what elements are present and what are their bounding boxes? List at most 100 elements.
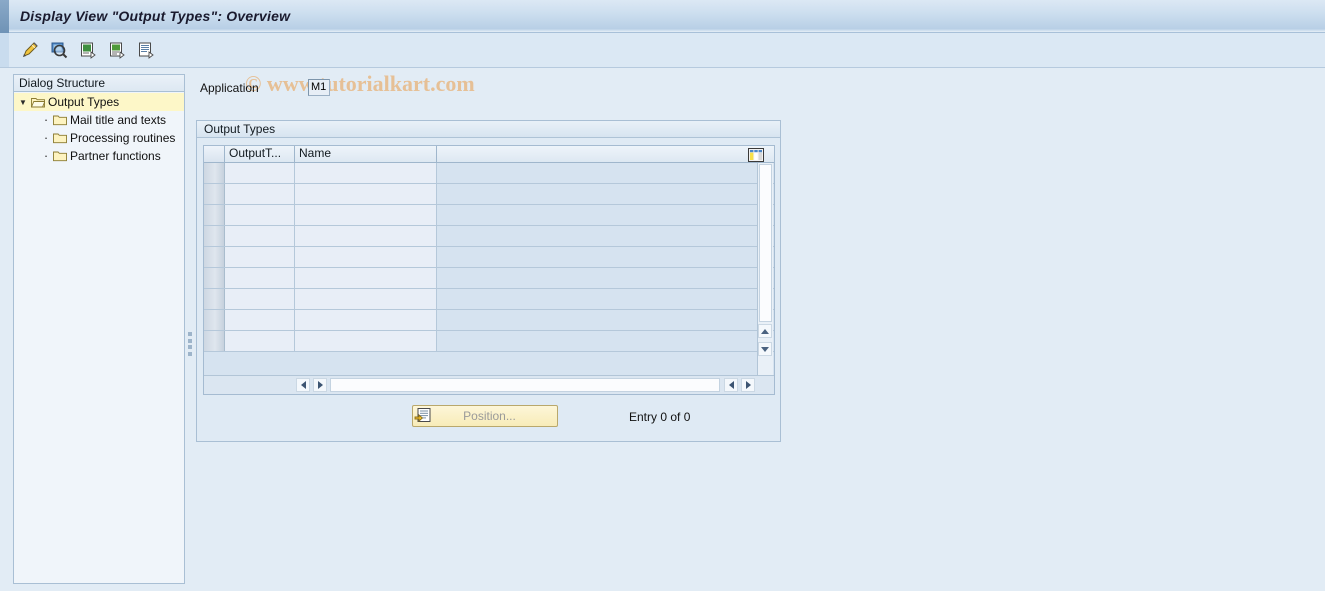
dialog-structure-header: Dialog Structure — [13, 74, 185, 92]
toolbar-button-group — [18, 38, 158, 62]
window-title-bar: Display View "Output Types": Overview — [0, 0, 1325, 33]
table-row[interactable] — [204, 226, 774, 247]
splitter-grip[interactable] — [188, 332, 192, 356]
cell-empty-area — [437, 331, 774, 351]
application-value-field[interactable]: M1 — [308, 79, 330, 96]
cell-name[interactable] — [295, 226, 437, 246]
tree-node-label: Output Types — [48, 95, 120, 109]
display-change-icon[interactable] — [18, 38, 42, 62]
tree-node-label: Mail title and texts — [70, 113, 167, 127]
cell-output-type[interactable] — [225, 163, 295, 183]
cell-empty-area — [437, 289, 774, 309]
cell-output-type[interactable] — [225, 184, 295, 204]
table-select-all-corner[interactable] — [204, 146, 225, 162]
tree-node-label: Processing routines — [70, 131, 176, 145]
cell-name[interactable] — [295, 205, 437, 225]
table-row[interactable] — [204, 205, 774, 226]
table-row[interactable] — [204, 163, 774, 184]
tree-node-label: Partner functions — [70, 149, 161, 163]
cell-name[interactable] — [295, 289, 437, 309]
triangle-left-icon — [728, 381, 734, 389]
grip-dot — [188, 345, 192, 350]
output-types-table: OutputT... Name — [203, 145, 775, 395]
cell-name[interactable] — [295, 310, 437, 330]
scroll-right-button-secondary[interactable] — [741, 378, 755, 392]
scroll-down-button[interactable] — [758, 342, 772, 356]
bullet-icon: · — [43, 148, 49, 163]
triangle-right-icon — [317, 381, 323, 389]
output-types-group-box: Output Types OutputT... Name — [196, 120, 781, 442]
column-header-filler — [437, 146, 774, 162]
group-box-title: Output Types — [197, 121, 780, 138]
table-body — [204, 163, 774, 352]
folder-icon — [53, 114, 67, 126]
grip-dot — [188, 332, 192, 336]
table-horizontal-scrollbar[interactable] — [204, 375, 774, 394]
cell-output-type[interactable] — [225, 226, 295, 246]
tree-node-partner-functions[interactable]: · Partner functions — [14, 147, 184, 165]
triangle-up-icon — [761, 328, 769, 334]
scroll-up-button[interactable] — [758, 324, 772, 338]
position-button[interactable]: Position... — [412, 405, 558, 427]
chevron-down-icon[interactable]: ▼ — [16, 98, 30, 107]
check-icon[interactable] — [47, 38, 71, 62]
vertical-scroll-thumb[interactable] — [759, 164, 772, 322]
triangle-down-icon — [761, 346, 769, 352]
row-selector[interactable] — [204, 268, 225, 288]
row-selector[interactable] — [204, 310, 225, 330]
panel-splitter[interactable] — [186, 74, 194, 584]
grip-dot — [188, 338, 192, 343]
scroll-left-button-secondary[interactable] — [724, 378, 738, 392]
row-selector[interactable] — [204, 331, 225, 351]
scroll-right-button[interactable] — [313, 378, 327, 392]
tree-node-mail-title-and-texts[interactable]: · Mail title and texts — [14, 111, 184, 129]
row-selector[interactable] — [204, 247, 225, 267]
cell-output-type[interactable] — [225, 310, 295, 330]
cell-name[interactable] — [295, 247, 437, 267]
tree-node-processing-routines[interactable]: · Processing routines — [14, 129, 184, 147]
column-header-output-type[interactable]: OutputT... — [225, 146, 295, 162]
row-selector[interactable] — [204, 289, 225, 309]
application-label: Application — [200, 80, 259, 95]
cell-output-type[interactable] — [225, 331, 295, 351]
table-row[interactable] — [204, 310, 774, 331]
cell-name[interactable] — [295, 268, 437, 288]
dialog-structure-tree: ▼ Output Types · Mail title and texts · … — [14, 93, 184, 165]
cell-empty-area — [437, 268, 774, 288]
row-selector[interactable] — [204, 226, 225, 246]
triangle-left-icon — [300, 381, 306, 389]
triangle-right-icon — [745, 381, 751, 389]
position-icon — [414, 407, 432, 425]
scroll-left-button[interactable] — [296, 378, 310, 392]
tree-node-output-types[interactable]: ▼ Output Types — [14, 93, 184, 111]
new-entries-icon[interactable] — [76, 38, 100, 62]
cell-empty-area — [437, 163, 774, 183]
table-header-row: OutputT... Name — [204, 146, 774, 163]
table-row[interactable] — [204, 289, 774, 310]
cell-name[interactable] — [295, 184, 437, 204]
table-settings-icon[interactable] — [748, 148, 764, 162]
horizontal-scroll-track[interactable] — [330, 378, 720, 392]
cell-empty-area — [437, 247, 774, 267]
cell-name[interactable] — [295, 163, 437, 183]
column-header-name[interactable]: Name — [295, 146, 437, 162]
cell-output-type[interactable] — [225, 205, 295, 225]
cell-output-type[interactable] — [225, 289, 295, 309]
row-selector[interactable] — [204, 184, 225, 204]
table-row[interactable] — [204, 331, 774, 352]
cell-empty-area — [437, 184, 774, 204]
cell-output-type[interactable] — [225, 268, 295, 288]
copy-as-icon[interactable] — [105, 38, 129, 62]
table-row[interactable] — [204, 268, 774, 289]
details-icon[interactable] — [134, 38, 158, 62]
row-selector[interactable] — [204, 163, 225, 183]
bullet-icon: · — [43, 112, 49, 127]
application-toolbar: © www.tutorialkart.com — [0, 33, 1325, 96]
table-row[interactable] — [204, 247, 774, 268]
page-title: Display View "Output Types": Overview — [20, 8, 291, 24]
application-field-row: Application M1 — [200, 79, 330, 96]
cell-name[interactable] — [295, 331, 437, 351]
table-row[interactable] — [204, 184, 774, 205]
cell-output-type[interactable] — [225, 247, 295, 267]
row-selector[interactable] — [204, 205, 225, 225]
